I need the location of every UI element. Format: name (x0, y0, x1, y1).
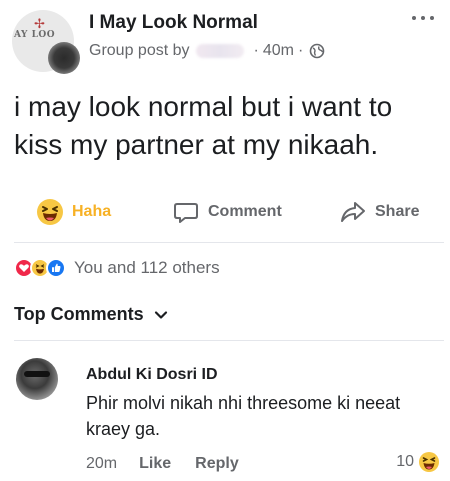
chevron-down-icon (154, 310, 167, 319)
post-meta: Group post by · 40m · (89, 42, 325, 60)
comment-text: Phir molvi nikah nhi threesome ki neeat … (86, 393, 401, 439)
group-logo-text: AY LOO (14, 30, 56, 40)
reactions-text: You and 112 others (74, 258, 220, 277)
reaction-icons (14, 258, 66, 278)
haha-button[interactable]: Haha (36, 198, 111, 226)
top-comments-selector[interactable]: Top Comments (14, 304, 168, 325)
reactions-summary[interactable]: You and 112 others (14, 256, 220, 280)
haha-label: Haha (72, 203, 112, 220)
poster-avatar[interactable] (48, 42, 80, 74)
share-label: Share (375, 203, 420, 220)
group-name[interactable]: I May Look Normal (89, 12, 258, 34)
globe-icon (309, 43, 325, 59)
comment-footer: 20m Like Reply (86, 455, 440, 473)
post-header: ✢ AY LOO I May Look Normal Group post by… (12, 8, 438, 74)
comment-reaction-number: 10 (396, 453, 414, 470)
divider-2 (14, 340, 444, 341)
action-bar: Haha Comment Share (0, 188, 450, 240)
share-button[interactable]: Share (339, 198, 419, 226)
meta-separator: · (253, 42, 259, 59)
post-text: i may look normal but i want to kiss my … (14, 91, 393, 160)
comment-label: Comment (208, 203, 282, 220)
comment-author[interactable]: Abdul Ki Dosri ID (86, 366, 218, 384)
comment-reply-button[interactable]: Reply (195, 455, 239, 473)
comment-icon (174, 203, 198, 223)
group-post-by-label: Group post by (89, 42, 190, 59)
avatar-sunglasses (24, 371, 50, 377)
meta-separator-2: · (297, 42, 304, 59)
like-reaction-icon (46, 258, 66, 278)
comment-time[interactable]: 20m (86, 455, 117, 473)
top-comments-label: Top Comments (14, 304, 144, 324)
divider (14, 242, 444, 243)
post-time[interactable]: 40m (263, 42, 294, 60)
blurred-author-name[interactable] (195, 44, 244, 58)
haha-emoji-icon (419, 452, 439, 472)
comment-button[interactable]: Comment (172, 198, 282, 226)
commenter-avatar[interactable] (16, 358, 58, 400)
comment-like-button[interactable]: Like (139, 455, 171, 473)
haha-emoji-icon (37, 199, 63, 225)
comment-reaction-count[interactable]: 10 (396, 451, 440, 473)
more-options-icon[interactable] (408, 8, 438, 28)
share-icon (341, 202, 365, 222)
